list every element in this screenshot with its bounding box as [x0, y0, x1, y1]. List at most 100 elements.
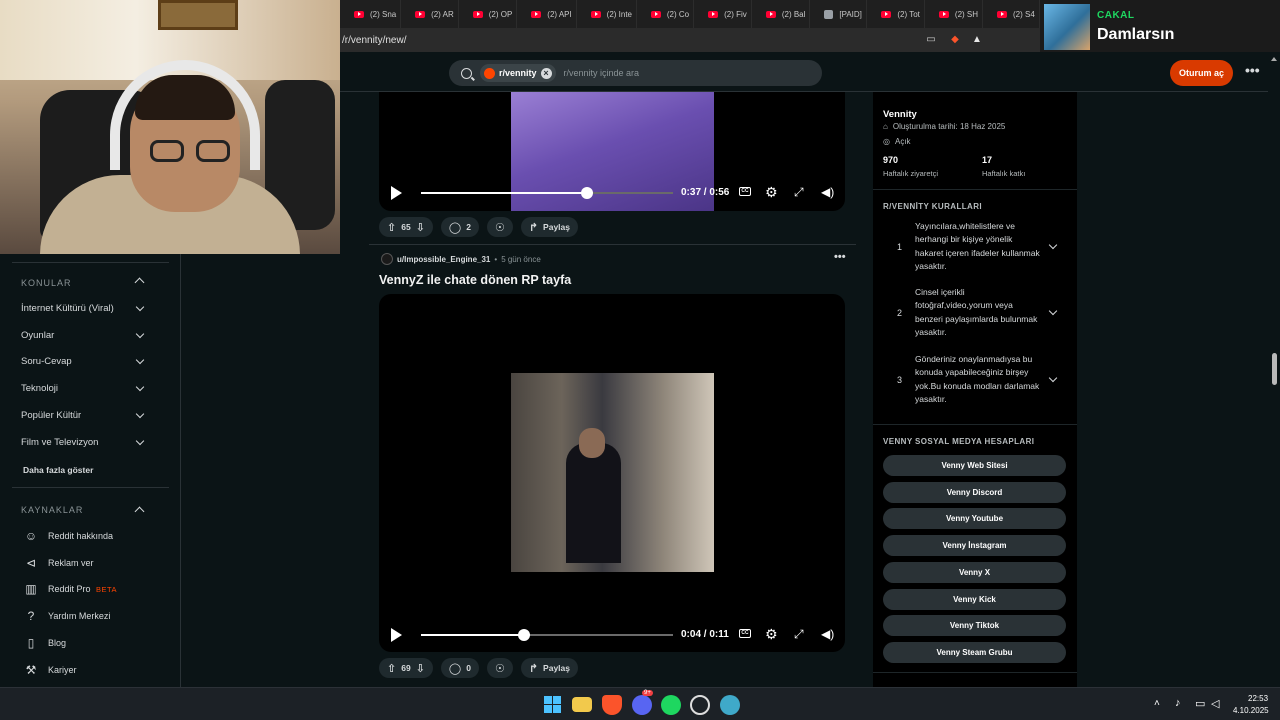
sidebar-resource-item[interactable]: ▯ Blog: [0, 630, 180, 656]
comments-button[interactable]: ◯ 2: [440, 217, 479, 237]
social-link-button[interactable]: Venny Discord: [883, 481, 1066, 503]
subreddit-chip[interactable]: r/vennity ×: [480, 64, 556, 82]
tab-label: (2) Fiv: [724, 9, 747, 19]
browser-tab[interactable]: [PAID]: [810, 0, 868, 28]
volume-icon[interactable]: ◀): [821, 626, 834, 642]
seek-handle[interactable]: [581, 187, 594, 199]
play-icon[interactable]: [391, 628, 402, 642]
rule-item[interactable]: 3 Gönderiniz onaylanmadıysa bu konuda yap…: [873, 351, 1077, 413]
obs-icon[interactable]: [690, 695, 710, 715]
social-link-button[interactable]: Venny Tiktok: [883, 615, 1066, 637]
social-link-button[interactable]: Venny X: [883, 561, 1066, 583]
windows-start-icon[interactable]: [543, 695, 563, 715]
video-player[interactable]: 0:04 / 0:11 CC ⚙ ⤢ ◀): [379, 294, 845, 652]
social-link-button[interactable]: Venny Web Sitesi: [883, 455, 1066, 476]
sidebar-topic-item[interactable]: Film ve Televizyon: [0, 430, 180, 456]
scrollbar-thumb[interactable]: [1272, 353, 1277, 385]
file-explorer-icon[interactable]: [572, 697, 592, 712]
post-title[interactable]: VennyZ ile chate dönen RP tayfa: [379, 273, 571, 287]
browser-tab[interactable]: (2) OP: [459, 0, 518, 28]
browser-tab[interactable]: (2) S4: [983, 0, 1040, 28]
award-button[interactable]: ☉: [486, 658, 513, 678]
downvote-icon[interactable]: ⇩: [416, 221, 425, 234]
collapse-topics-icon[interactable]: [134, 277, 145, 288]
social-link-button[interactable]: Venny Youtube: [883, 508, 1066, 530]
browser-tab[interactable]: (2) Tot: [867, 0, 925, 28]
sidebar-resource-item[interactable]: ⊲ Reklam ver: [0, 550, 180, 576]
search-bar[interactable]: r/vennity × r/vennity içinde ara: [449, 60, 822, 86]
rule-item[interactable]: 1 Yayıncılara,whitelistlere ve herhangi b…: [873, 218, 1077, 280]
award-button[interactable]: ☉: [486, 217, 513, 237]
volume-icon[interactable]: ◀): [821, 184, 834, 200]
address-bar[interactable]: /r/vennity/new/ ▭ ◆ ▲: [340, 28, 1040, 52]
network-icon[interactable]: ▭: [1195, 697, 1205, 710]
settings-icon[interactable]: ⚙: [765, 626, 778, 642]
sidebar-resource-item[interactable]: ☺ Reddit hakkında: [0, 523, 180, 549]
show-more-button[interactable]: Daha fazla göster: [23, 465, 93, 475]
video-player[interactable]: 0:37 / 0:56 CC ⚙ ⤢ ◀): [379, 92, 845, 211]
rule-item[interactable]: 2 Cinsel içerikli fotoğraf,video,yorum ve…: [873, 284, 1077, 346]
tray-chevron-icon[interactable]: ˄: [1154, 698, 1160, 709]
upvote-icon[interactable]: ⇧: [387, 221, 396, 234]
more-options-icon[interactable]: •••: [1245, 62, 1260, 78]
comment-count: 0: [466, 663, 471, 673]
sidebar-resource-item[interactable]: ⚒ Kariyer: [0, 657, 180, 683]
post-options-icon[interactable]: •••: [834, 251, 846, 263]
spotify-icon[interactable]: [661, 695, 681, 715]
video-progress[interactable]: [421, 629, 673, 641]
avatar[interactable]: [381, 253, 393, 265]
collapse-resources-icon[interactable]: [134, 506, 145, 517]
captions-icon[interactable]: CC: [739, 187, 751, 196]
seek-handle[interactable]: [518, 629, 531, 641]
social-link-button[interactable]: Venny Steam Grubu: [883, 641, 1066, 663]
comments-button[interactable]: ◯ 0: [440, 658, 479, 678]
sidebar-topic-item[interactable]: Oyunlar: [0, 323, 180, 349]
sidebar-topic-item[interactable]: İnternet Kültürü (Viral): [0, 296, 180, 322]
share-button[interactable]: ↱ Paylaş: [520, 217, 578, 237]
microphone-icon[interactable]: ♪: [1175, 697, 1181, 709]
sidebar-resource-item[interactable]: ▥ Reddit Pro BETA: [0, 576, 180, 602]
tv-icon[interactable]: ▭: [924, 33, 938, 47]
resource-label: Reklam ver: [48, 557, 94, 568]
social-link-button[interactable]: Venny İnstagram: [883, 535, 1066, 557]
browser-tab[interactable]: (2) AR: [401, 0, 459, 28]
settings-icon[interactable]: ⚙: [765, 184, 778, 200]
browser-tab[interactable]: (2) Fiv: [694, 0, 752, 28]
volume-icon[interactable]: ◁: [1211, 697, 1219, 710]
youtube-icon: [650, 10, 661, 18]
url-text[interactable]: /r/vennity/new/: [342, 35, 406, 46]
sidebar-topic-item[interactable]: Popüler Kültür: [0, 403, 180, 429]
fullscreen-icon[interactable]: ⤢: [794, 185, 804, 199]
social-link-button[interactable]: Venny Kick: [883, 588, 1066, 610]
discord-icon[interactable]: 9+: [632, 690, 653, 715]
sidebar-topic-item[interactable]: Soru-Cevap: [0, 349, 180, 375]
clock-date[interactable]: 4.10.2025: [1233, 706, 1269, 715]
brave-browser-icon[interactable]: [602, 695, 622, 715]
video-progress[interactable]: [421, 187, 673, 199]
tab-label: (2) AR: [431, 9, 454, 19]
share-button[interactable]: ↱ Paylaş: [520, 658, 578, 678]
browser-tab[interactable]: (2) SH: [925, 0, 984, 28]
login-button[interactable]: Oturum aç: [1170, 60, 1233, 86]
play-icon[interactable]: [391, 186, 402, 200]
brave-shield-icon[interactable]: ◆: [948, 33, 962, 47]
fullscreen-icon[interactable]: ⤢: [794, 627, 804, 641]
clock-time[interactable]: 22:53: [1248, 694, 1268, 703]
resource-label: Yardım Merkezi: [48, 611, 111, 622]
browser-tab[interactable]: (2) API: [517, 0, 577, 28]
downvote-icon[interactable]: ⇩: [416, 662, 425, 675]
post-author[interactable]: u/Impossible_Engine_31: [397, 255, 490, 264]
browser-tab[interactable]: (2) Co: [637, 0, 695, 28]
artist-name: CAKAL: [1097, 10, 1135, 21]
clear-chip-icon[interactable]: ×: [540, 67, 552, 79]
search-input[interactable]: r/vennity içinde ara: [564, 68, 640, 78]
sidebar-resource-item[interactable]: ? Yardım Merkezi: [0, 603, 180, 629]
rewards-icon[interactable]: ▲: [970, 33, 984, 47]
sidebar-topic-item[interactable]: Teknoloji: [0, 376, 180, 402]
browser-tab[interactable]: (2) Sna: [340, 0, 402, 28]
browser-tab[interactable]: (2) Inte: [577, 0, 637, 28]
upvote-icon[interactable]: ⇧: [387, 662, 396, 675]
app-icon[interactable]: [720, 695, 740, 715]
captions-icon[interactable]: CC: [739, 629, 751, 638]
browser-tab[interactable]: (2) Bal: [752, 0, 811, 28]
